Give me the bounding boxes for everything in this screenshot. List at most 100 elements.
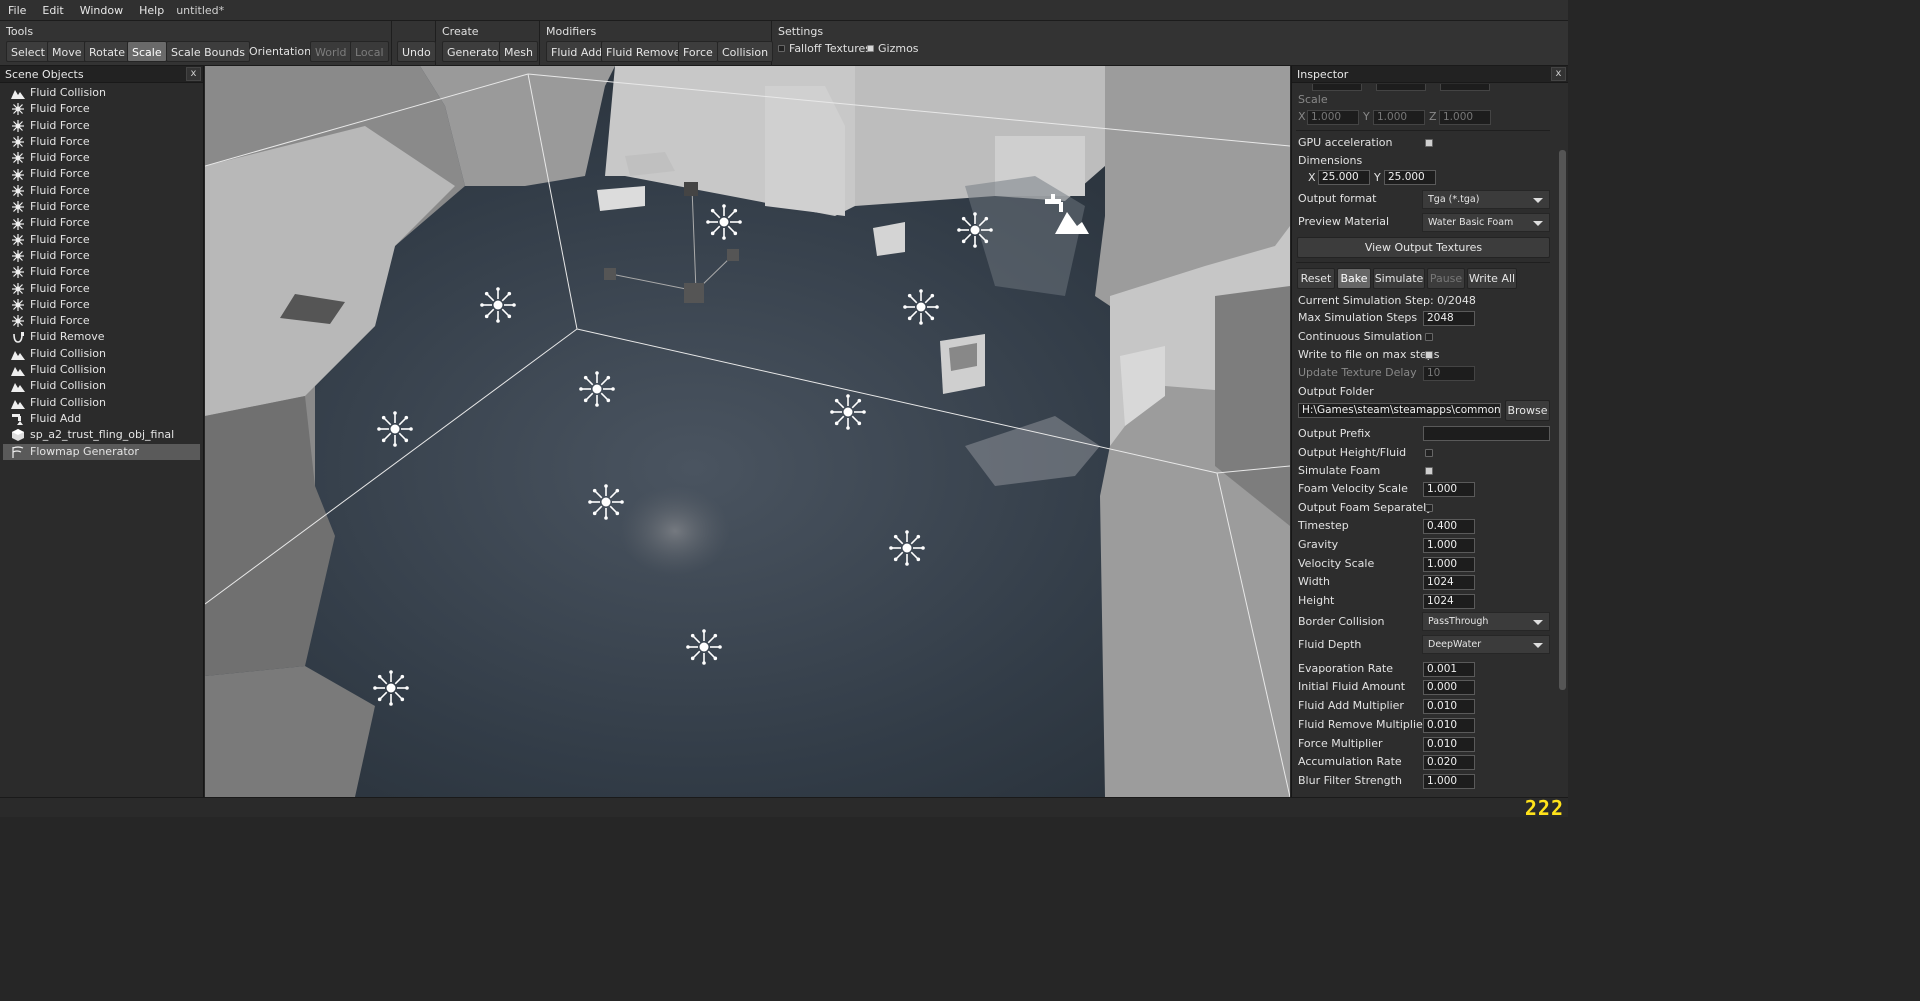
local-button[interactable]: Local [350,41,389,62]
force-gizmo-icon[interactable] [706,204,742,240]
browse-button[interactable]: Browse [1505,400,1550,421]
scene-item[interactable]: Fluid Force [3,215,200,231]
bake-button[interactable]: Bake [1337,268,1371,289]
output-foam-separately-checkbox[interactable] [1425,504,1433,512]
scene-item[interactable]: Fluid Collision [3,346,200,362]
menu-file[interactable]: File [0,4,34,17]
force-button[interactable]: Force [678,41,718,62]
scene-item[interactable]: Fluid Collision [3,362,200,378]
viewport-scene[interactable] [205,66,1290,797]
fluid-add-multiplier-field[interactable]: 0.010 [1423,699,1475,714]
force-multiplier-field[interactable]: 0.010 [1423,737,1475,752]
write-all-button[interactable]: Write All [1467,268,1517,289]
evaporation-rate-field[interactable]: 0.001 [1423,662,1475,677]
scene-item[interactable]: Fluid Force [3,248,200,264]
force-gizmo-icon[interactable] [903,289,939,325]
scene-item[interactable]: Fluid Force [3,166,200,182]
scene-item[interactable]: Fluid Force [3,264,200,280]
foam-velocity-scale-field[interactable]: 1.000 [1423,482,1475,497]
force-gizmo-icon[interactable] [588,484,624,520]
gizmos-toggle[interactable]: Gizmos [867,42,919,55]
scale-x-field[interactable]: 1.000 [1307,110,1359,125]
gpu-acceleration-checkbox[interactable] [1425,139,1433,147]
position-x-field[interactable] [1312,84,1362,91]
height-field[interactable]: 1024 [1423,594,1475,609]
inspector-scrollbar[interactable] [1559,150,1566,690]
falloff-textures-toggle[interactable]: Falloff Textures [778,42,871,55]
menu-edit[interactable]: Edit [34,4,71,17]
fluid-remove-button[interactable]: Fluid Remove [601,41,686,62]
generator-button[interactable]: Generator [442,41,508,62]
force-gizmo-icon[interactable] [889,530,925,566]
force-gizmo-icon[interactable] [373,670,409,706]
collision-button[interactable]: Collision [717,41,774,62]
undo-button[interactable]: Undo [397,41,436,62]
scene-item[interactable]: Fluid Collision [3,395,200,411]
scene-item[interactable]: Flowmap Generator [3,443,200,460]
fluid-depth-dropdown[interactable]: DeepWater [1422,635,1550,654]
scene-item[interactable]: Fluid Force [3,281,200,297]
preview-material-dropdown[interactable]: Water Basic Foam [1422,213,1550,232]
update-texture-delay-field[interactable]: 10 [1423,366,1475,381]
force-gizmo-icon[interactable] [377,411,413,447]
3d-viewport[interactable] [205,66,1290,797]
fluid-add-button[interactable]: Fluid Add [546,41,608,62]
view-output-textures-button[interactable]: View Output Textures [1297,237,1550,258]
initial-fluid-amount-field[interactable]: 0.000 [1423,680,1475,695]
scene-item[interactable]: Fluid Force [3,134,200,150]
menu-window[interactable]: Window [72,4,131,17]
move-button[interactable]: Move [47,41,87,62]
position-z-field[interactable] [1440,84,1490,91]
simulate-button[interactable]: Simulate [1373,268,1425,289]
scene-item[interactable]: Fluid Force [3,183,200,199]
timestep-field[interactable]: 0.400 [1423,519,1475,534]
force-gizmo-icon[interactable] [480,287,516,323]
scene-item[interactable]: Fluid Force [3,232,200,248]
output-format-dropdown[interactable]: Tga (*.tga) [1422,190,1550,209]
scale-y-field[interactable]: 1.000 [1373,110,1425,125]
scene-item[interactable]: Fluid Force [3,101,200,117]
scale-bounds-button[interactable]: Scale Bounds [166,41,251,62]
rotate-button[interactable]: Rotate [84,41,131,62]
gravity-field[interactable]: 1.000 [1423,538,1475,553]
accumulation-rate-field[interactable]: 0.020 [1423,755,1475,770]
scene-item[interactable]: Fluid Remove [3,329,200,345]
width-field[interactable]: 1024 [1423,575,1475,590]
scene-item[interactable]: Fluid Force [3,313,200,329]
scene-item[interactable]: Fluid Collision [3,85,200,101]
continuous-simulation-checkbox[interactable] [1425,333,1433,341]
border-collision-dropdown[interactable]: PassThrough [1422,612,1550,631]
dimensions-x-field[interactable]: 25.000 [1318,170,1370,185]
simulate-foam-checkbox[interactable] [1425,467,1433,475]
force-gizmo-icon[interactable] [957,212,993,248]
falloff-checkbox[interactable] [778,44,785,52]
scene-item[interactable]: Fluid Force [3,199,200,215]
dimensions-y-field[interactable]: 25.000 [1384,170,1436,185]
scene-panel-close-button[interactable]: x [186,67,201,81]
reset-button[interactable]: Reset [1297,268,1335,289]
mesh-button[interactable]: Mesh [499,41,538,62]
scene-item[interactable]: Fluid Collision [3,378,200,394]
velocity-scale-field[interactable]: 1.000 [1423,557,1475,572]
max-steps-field[interactable]: 2048 [1423,311,1475,326]
scene-item[interactable]: sp_a2_trust_fling_obj_final [3,427,200,443]
fluid-remove-multiplier-field[interactable]: 0.010 [1423,718,1475,733]
force-gizmo-icon[interactable] [579,371,615,407]
gizmos-checkbox[interactable] [867,44,874,52]
world-button[interactable]: World [310,41,352,62]
scene-item[interactable]: Fluid Force [3,297,200,313]
force-gizmo-icon[interactable] [830,394,866,430]
force-gizmo-icon[interactable] [686,629,722,665]
inspector-close-button[interactable]: x [1551,67,1566,81]
position-y-field[interactable] [1376,84,1426,91]
select-button[interactable]: Select [6,41,50,62]
blur-filter-strength-field[interactable]: 1.000 [1423,774,1475,789]
pause-button[interactable]: Pause [1427,268,1465,289]
menu-help[interactable]: Help [131,4,172,17]
scale-z-field[interactable]: 1.000 [1439,110,1491,125]
write-on-max-checkbox[interactable] [1425,351,1433,359]
scene-item[interactable]: Fluid Force [3,118,200,134]
scene-item[interactable]: Fluid Force [3,150,200,166]
scene-item[interactable]: Fluid Add [3,411,200,427]
output-height-fluid-checkbox[interactable] [1425,449,1433,457]
